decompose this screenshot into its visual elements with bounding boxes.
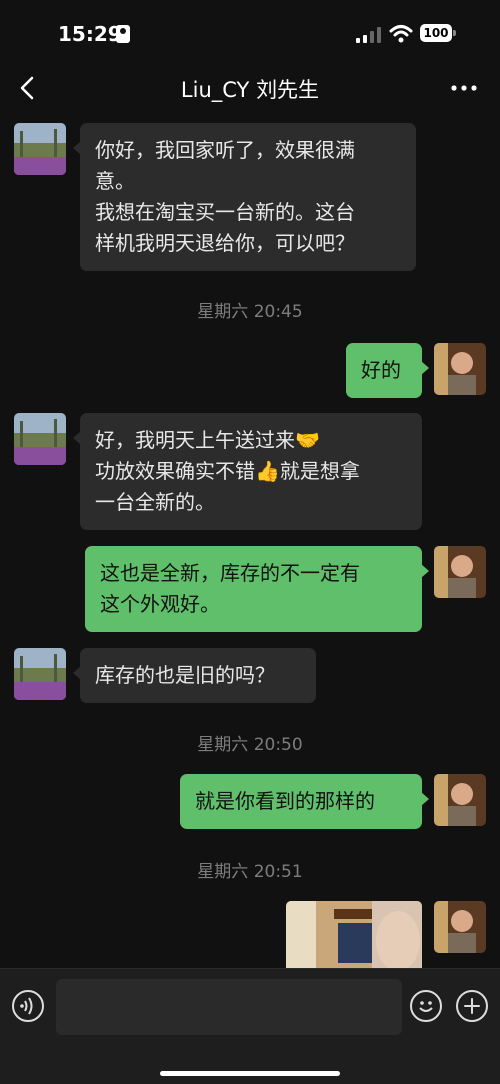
message-line: 一台全新的。 [95,490,215,514]
voice-icon[interactable] [12,990,44,1022]
message-line: 功放效果确实不错👍就是想拿 [95,459,360,483]
message-line: 好的 [361,358,401,382]
chat-title: Liu_CY 刘先生 [180,78,320,102]
home-indicator[interactable] [160,1071,340,1076]
timestamp: 星期六 20:50 [197,735,303,755]
message-input[interactable] [56,979,402,1035]
chat-area[interactable]: 你好，我回家听了，效果很满 意。 我想在淘宝买一台新的。这台 样机我明天退给你，… [0,112,500,968]
emoji-icon[interactable] [410,990,442,1022]
message-bubble-outgoing[interactable]: 好的 [346,343,429,398]
message-line: 这也是全新，库存的不一定有 [100,561,360,585]
message-line: 这个外观好。 [100,592,220,616]
my-avatar[interactable] [434,343,486,395]
message-line: 就是你看到的那样的 [195,789,375,813]
my-avatar[interactable] [434,901,486,953]
my-avatar[interactable] [434,546,486,598]
plus-icon[interactable] [456,990,488,1022]
status-bar: 15:29 100 [0,0,500,66]
wifi-icon [389,25,413,43]
message-bubble-outgoing[interactable]: 这也是全新，库存的不一定有 这个外观好。 [85,546,429,632]
message-line: 你好，我回家听了，效果很满 [95,138,355,162]
battery-indicator: 100 [420,24,456,42]
message-line: 库存的也是旧的吗？ [95,663,275,687]
message-line: 意。 [95,169,135,193]
contact-avatar[interactable] [14,123,66,175]
message-bubble-incoming[interactable]: 库存的也是旧的吗？ [73,648,316,703]
message-line: 我想在淘宝买一台新的。这台 [95,200,355,224]
contact-avatar[interactable] [14,413,66,465]
input-bar [0,968,500,1084]
message-bubble-incoming[interactable]: 好，我明天上午送过来🤝 功放效果确实不错👍就是想拿 一台全新的。 [73,413,422,530]
message-line: 样机我明天退给你，可以吧？ [95,231,355,255]
timestamp: 星期六 20:45 [197,302,303,322]
status-time: 15:29 [58,22,122,46]
nav-bar: Liu_CY 刘先生 [0,66,500,112]
cellular-signal-icon [356,27,381,43]
image-message[interactable] [286,901,422,968]
id-card-icon [116,25,130,43]
contact-avatar[interactable] [14,648,66,700]
more-dots-icon[interactable] [450,76,478,100]
my-avatar[interactable] [434,774,486,826]
message-bubble-outgoing[interactable]: 就是你看到的那样的 [180,774,429,829]
message-bubble-incoming[interactable]: 你好，我回家听了，效果很满 意。 我想在淘宝买一台新的。这台 样机我明天退给你，… [73,123,416,271]
timestamp: 星期六 20:51 [197,862,303,882]
message-line: 好，我明天上午送过来🤝 [95,428,320,452]
